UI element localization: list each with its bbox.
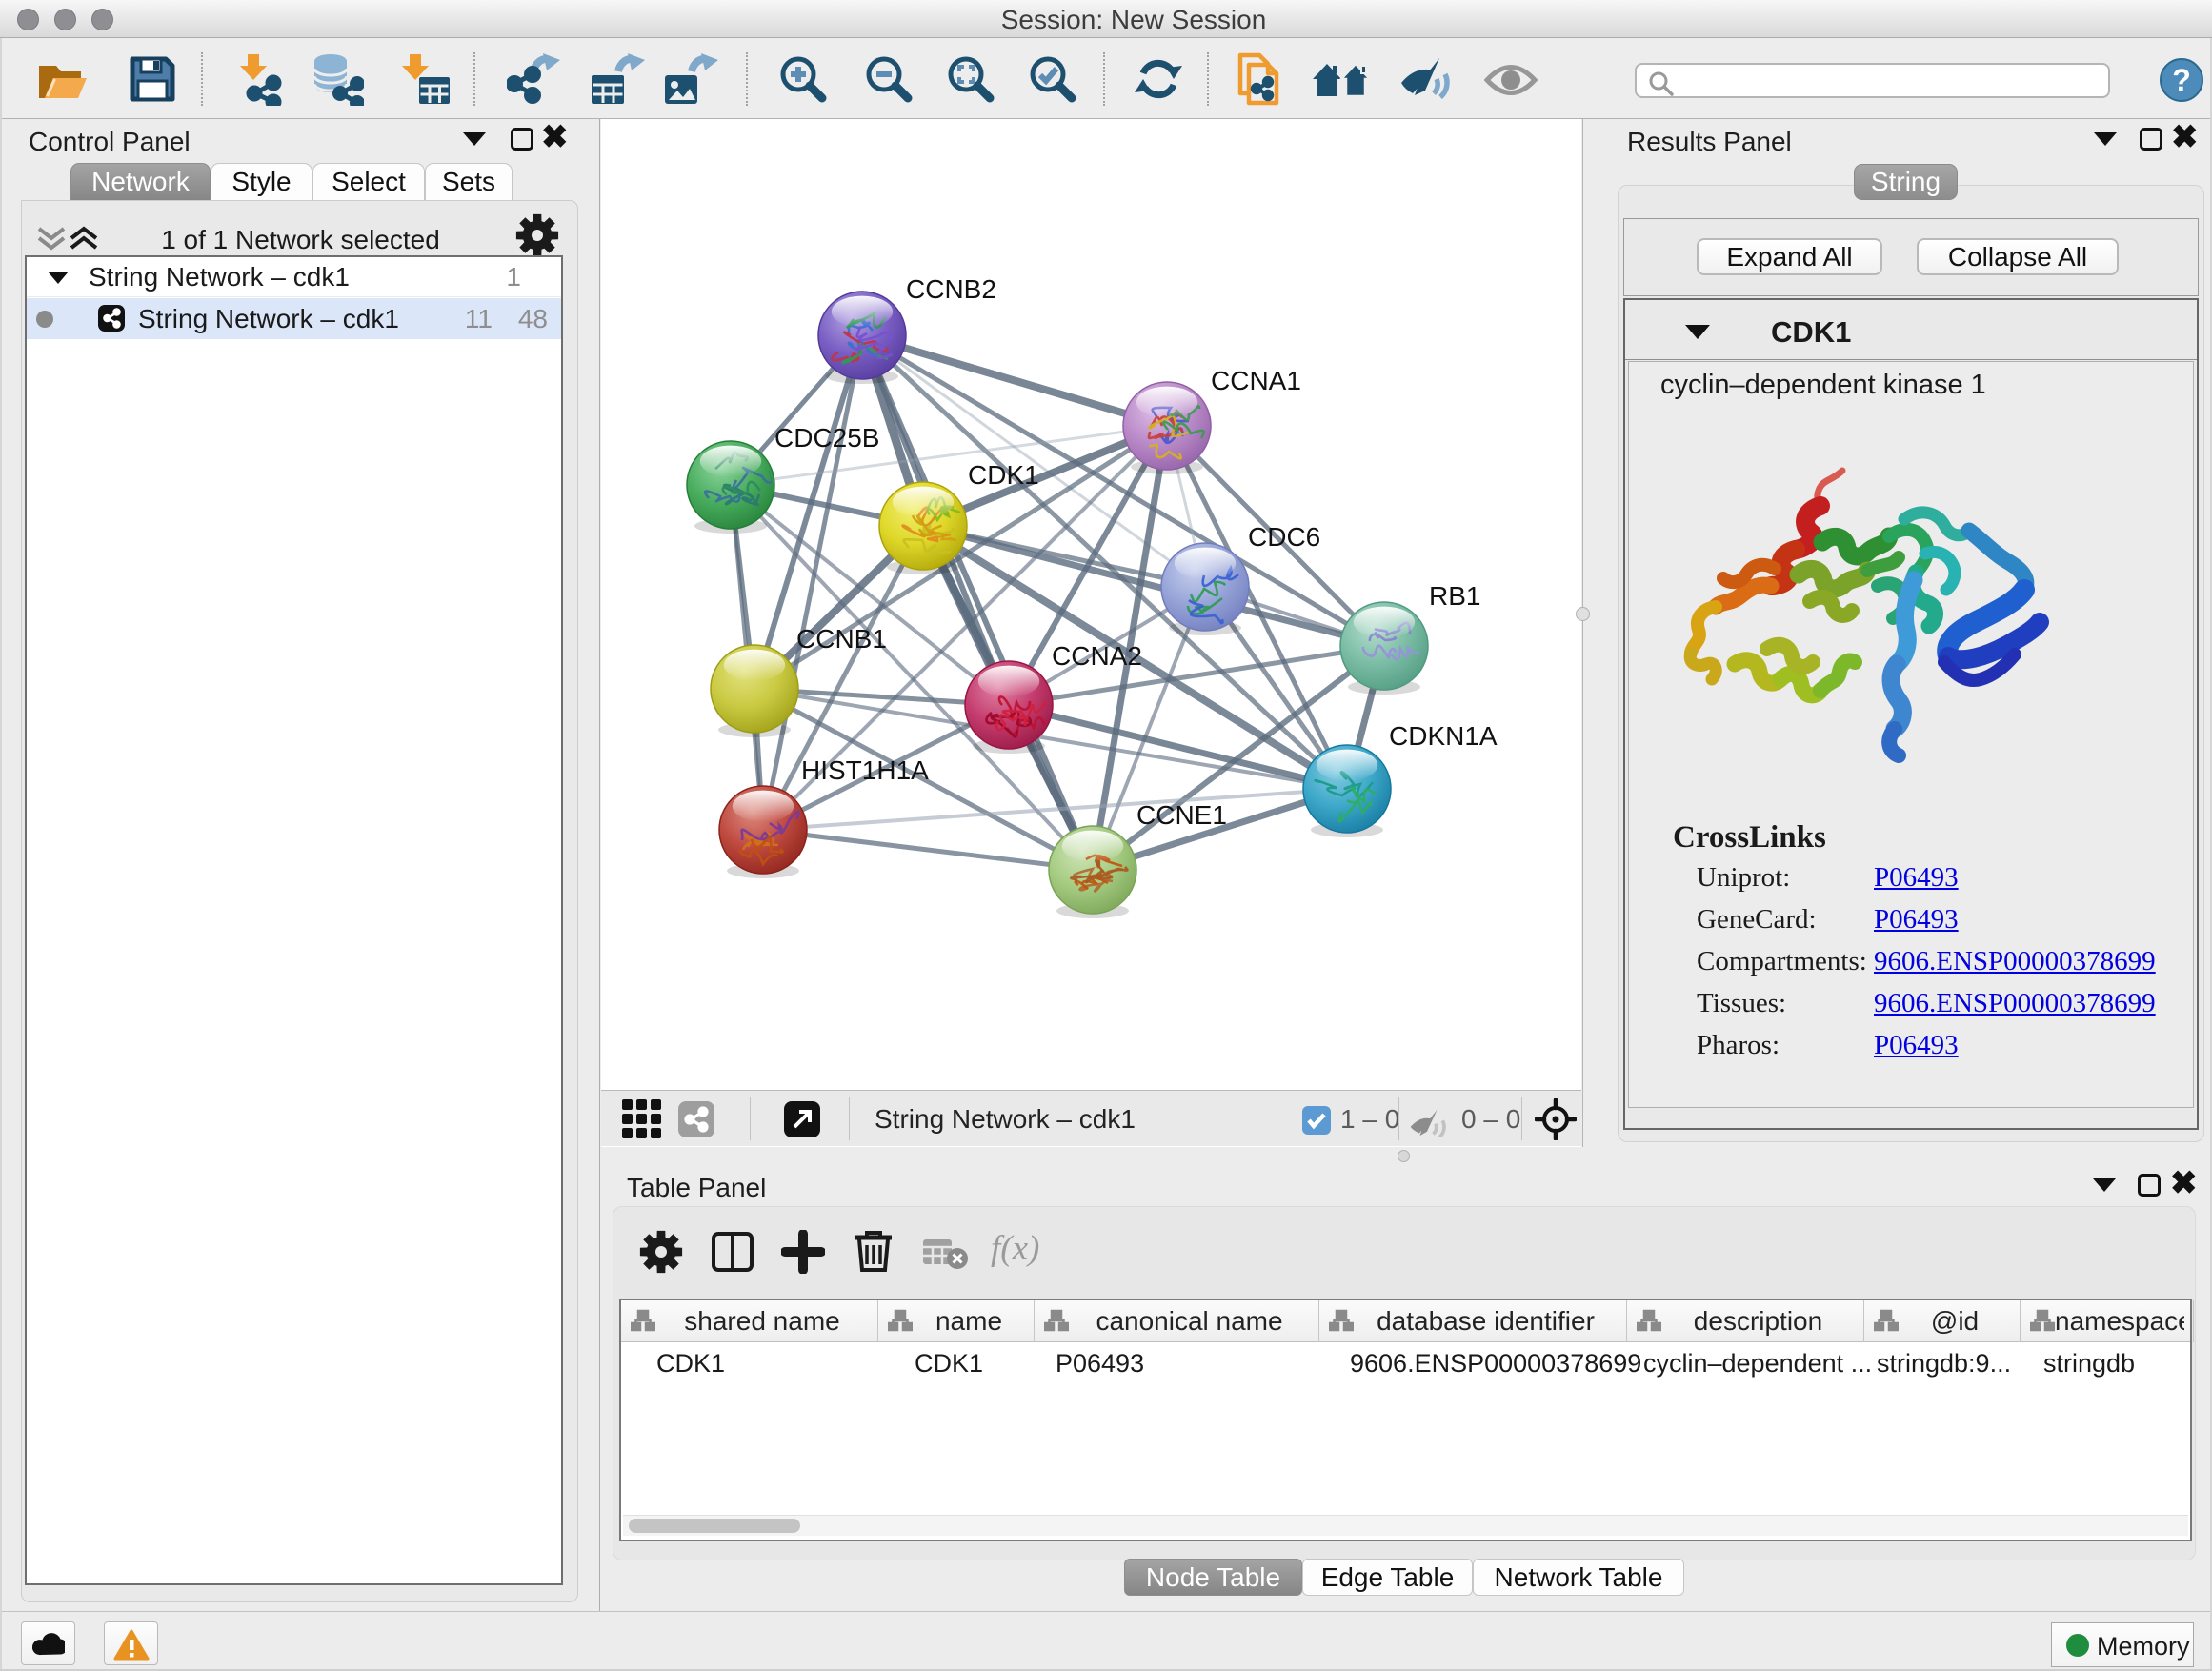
svg-text:HIST1H1A: HIST1H1A — [801, 755, 929, 785]
svg-text:CCNB2: CCNB2 — [906, 274, 996, 304]
svg-text:?: ? — [2172, 63, 2191, 97]
svg-text:CDC6: CDC6 — [1248, 522, 1320, 552]
svg-text:RB1: RB1 — [1429, 581, 1480, 611]
svg-text:CCNA2: CCNA2 — [1052, 641, 1142, 671]
svg-text:CCNB1: CCNB1 — [796, 624, 887, 654]
svg-text:CCNA1: CCNA1 — [1211, 366, 1301, 395]
svg-text:CDC25B: CDC25B — [774, 423, 879, 453]
svg-text:CDKN1A: CDKN1A — [1389, 721, 1498, 751]
svg-text:CCNE1: CCNE1 — [1136, 800, 1227, 830]
svg-text:CDK1: CDK1 — [968, 460, 1039, 490]
